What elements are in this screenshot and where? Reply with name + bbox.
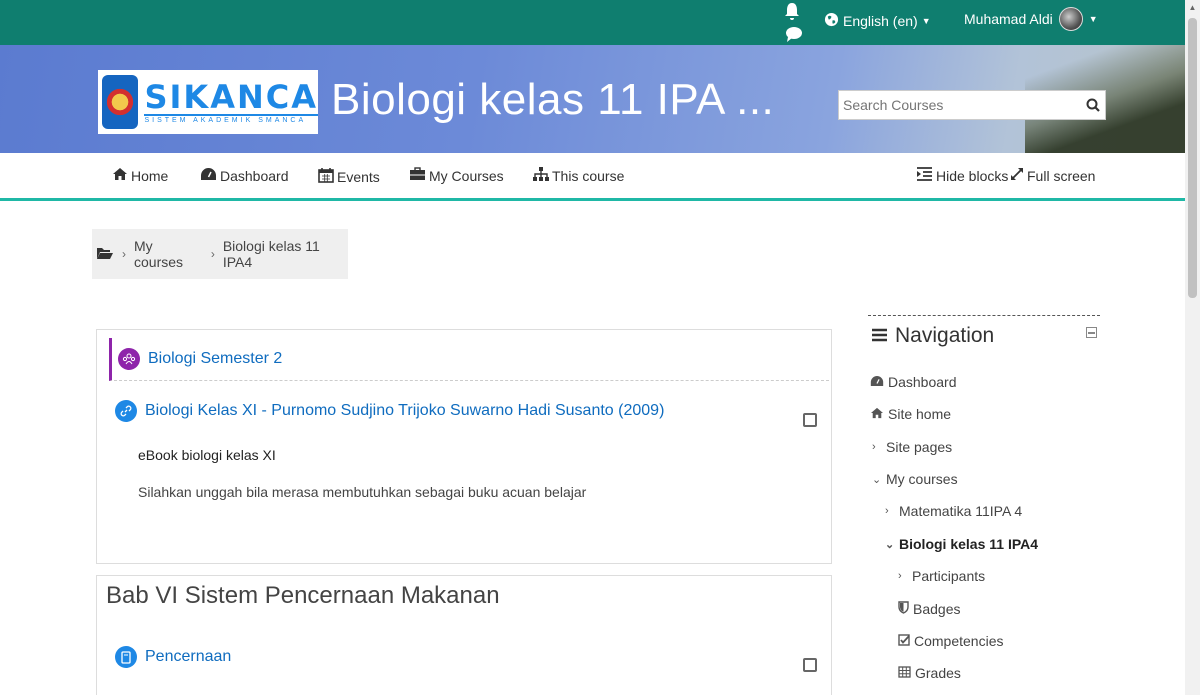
hide-blocks-label: Hide blocks: [936, 167, 1009, 184]
language-menu[interactable]: English (en) ▼: [824, 12, 931, 30]
folder-open-icon[interactable]: [96, 246, 114, 263]
caret-down-icon: ▼: [1088, 14, 1098, 24]
nav-my-courses[interactable]: My Courses: [409, 167, 504, 184]
table-icon: [898, 665, 911, 681]
page-title: Biologi kelas 11 IPA ...: [331, 75, 775, 124]
group-icon: [118, 348, 140, 370]
activity-link[interactable]: Biologi Kelas XI - Purnomo Sudjino Trijo…: [145, 402, 664, 420]
school-seal-icon: [102, 75, 139, 129]
activity-description-title: eBook biologi kelas XI: [138, 447, 276, 463]
completion-checkbox[interactable]: [803, 413, 817, 427]
nav-dashboard-label: Dashboard: [220, 167, 289, 184]
nav-tree-item[interactable]: Badges: [898, 601, 960, 617]
nav-this-course[interactable]: This course: [533, 167, 624, 185]
section-header: Biologi Semester 2: [109, 338, 829, 381]
logo-subtitle: SISTEM AKADEMIK SMANCA: [144, 114, 318, 124]
site-logo[interactable]: SIKANCA SISTEM AKADEMIK SMANCA: [98, 70, 318, 134]
chevron-down-icon: ⌄: [872, 473, 882, 486]
activity-url: Biologi Kelas XI - Purnomo Sudjino Trijo…: [115, 400, 664, 422]
briefcase-icon: [409, 167, 426, 184]
chevron-right-icon: ›: [898, 570, 902, 582]
search-courses: [838, 90, 1106, 120]
scroll-up-arrow-icon[interactable]: ▲: [1185, 0, 1200, 15]
nav-home-label: Home: [131, 167, 169, 184]
hide-blocks-button[interactable]: Hide blocks: [916, 167, 1008, 184]
breadcrumb: › My courses › Biologi kelas 11 IPA4: [92, 229, 348, 279]
notifications-bell-icon[interactable]: [783, 2, 801, 27]
shield-icon: [898, 601, 909, 617]
chevron-down-icon: ⌄: [885, 538, 895, 551]
main-navbar: Home Dashboard Events My Courses This co…: [0, 153, 1185, 201]
logo-name: SIKANCA: [144, 78, 318, 116]
completion-checkbox[interactable]: [803, 658, 817, 672]
page-scrollbar[interactable]: ▲: [1185, 0, 1200, 695]
language-label: English (en): [843, 13, 918, 29]
sitemap-icon: [533, 167, 549, 185]
calendar-icon: [318, 167, 334, 186]
nav-events-label: Events: [337, 168, 380, 185]
nav-tree-item[interactable]: › Participants: [898, 568, 985, 584]
full-screen-label: Full screen: [1027, 167, 1096, 184]
collapse-block-button[interactable]: [1086, 327, 1097, 338]
expand-icon: [1010, 167, 1024, 184]
nav-tree-item[interactable]: ⌄ Biologi kelas 11 IPA4: [885, 536, 1038, 552]
messages-chat-icon[interactable]: [785, 26, 803, 47]
breadcrumb-item[interactable]: My courses: [134, 238, 203, 270]
user-name: Muhamad Aldi: [964, 11, 1053, 27]
section-link[interactable]: Biologi Semester 2: [148, 350, 282, 368]
breadcrumb-item[interactable]: Biologi kelas 11 IPA4: [223, 238, 348, 270]
nav-tree-item[interactable]: Dashboard: [870, 374, 957, 390]
nav-home[interactable]: Home: [112, 167, 168, 184]
avatar: [1058, 7, 1083, 31]
globe-icon: [824, 12, 839, 30]
chevron-right-icon: ›: [210, 247, 215, 261]
scrollbar-thumb[interactable]: [1188, 18, 1197, 298]
dashboard-icon: [200, 167, 217, 184]
nav-events[interactable]: Events: [318, 167, 380, 186]
search-icon[interactable]: [1081, 98, 1105, 112]
course-section: Bab VI Sistem Pencernaan Makanan Pencern…: [96, 575, 832, 695]
nav-my-courses-label: My Courses: [429, 167, 504, 184]
dashboard-icon: [870, 374, 884, 390]
chevron-right-icon: ›: [885, 505, 889, 517]
section-title: Bab VI Sistem Pencernaan Makanan: [106, 582, 500, 609]
nav-tree-item[interactable]: Site home: [870, 406, 951, 422]
activity-book: Pencernaan: [115, 646, 231, 668]
link-icon: [115, 400, 137, 422]
user-menu[interactable]: Muhamad Aldi ▼: [964, 7, 1098, 31]
nav-tree-item[interactable]: ⌄ My courses: [872, 471, 958, 487]
nav-this-course-label: This course: [552, 168, 625, 184]
check-square-icon: [898, 633, 910, 649]
nav-tree-item[interactable]: › Site pages: [872, 439, 952, 455]
activity-link[interactable]: Pencernaan: [145, 648, 231, 666]
course-banner: SIKANCA SISTEM AKADEMIK SMANCA Biologi k…: [0, 45, 1185, 153]
search-input[interactable]: [839, 91, 1081, 119]
chevron-right-icon: ›: [122, 247, 126, 261]
full-screen-button[interactable]: Full screen: [1010, 167, 1095, 184]
nav-dashboard[interactable]: Dashboard: [200, 167, 289, 184]
book-icon: [115, 646, 137, 668]
block-title: Navigation: [872, 324, 994, 348]
caret-down-icon: ▼: [921, 16, 931, 26]
home-icon: [112, 167, 128, 184]
bars-icon: [872, 324, 887, 348]
nav-tree-item[interactable]: Competencies: [898, 633, 1004, 649]
activity-description: Silahkan unggah bila merasa membutuhkan …: [138, 484, 587, 500]
course-section: Biologi Semester 2 Biologi Kelas XI - Pu…: [96, 329, 832, 564]
block-title-label: Navigation: [895, 324, 995, 347]
top-bar: English (en) ▼ Muhamad Aldi ▼: [0, 0, 1185, 45]
nav-tree-item[interactable]: › Matematika 11IPA 4: [885, 503, 1022, 519]
home-icon: [870, 406, 884, 422]
navigation-block: Navigation Dashboard Site home › Site pa…: [868, 315, 1100, 695]
nav-tree-item[interactable]: Grades: [898, 665, 961, 681]
indent-icon: [916, 167, 933, 184]
chevron-right-icon: ›: [872, 441, 876, 453]
